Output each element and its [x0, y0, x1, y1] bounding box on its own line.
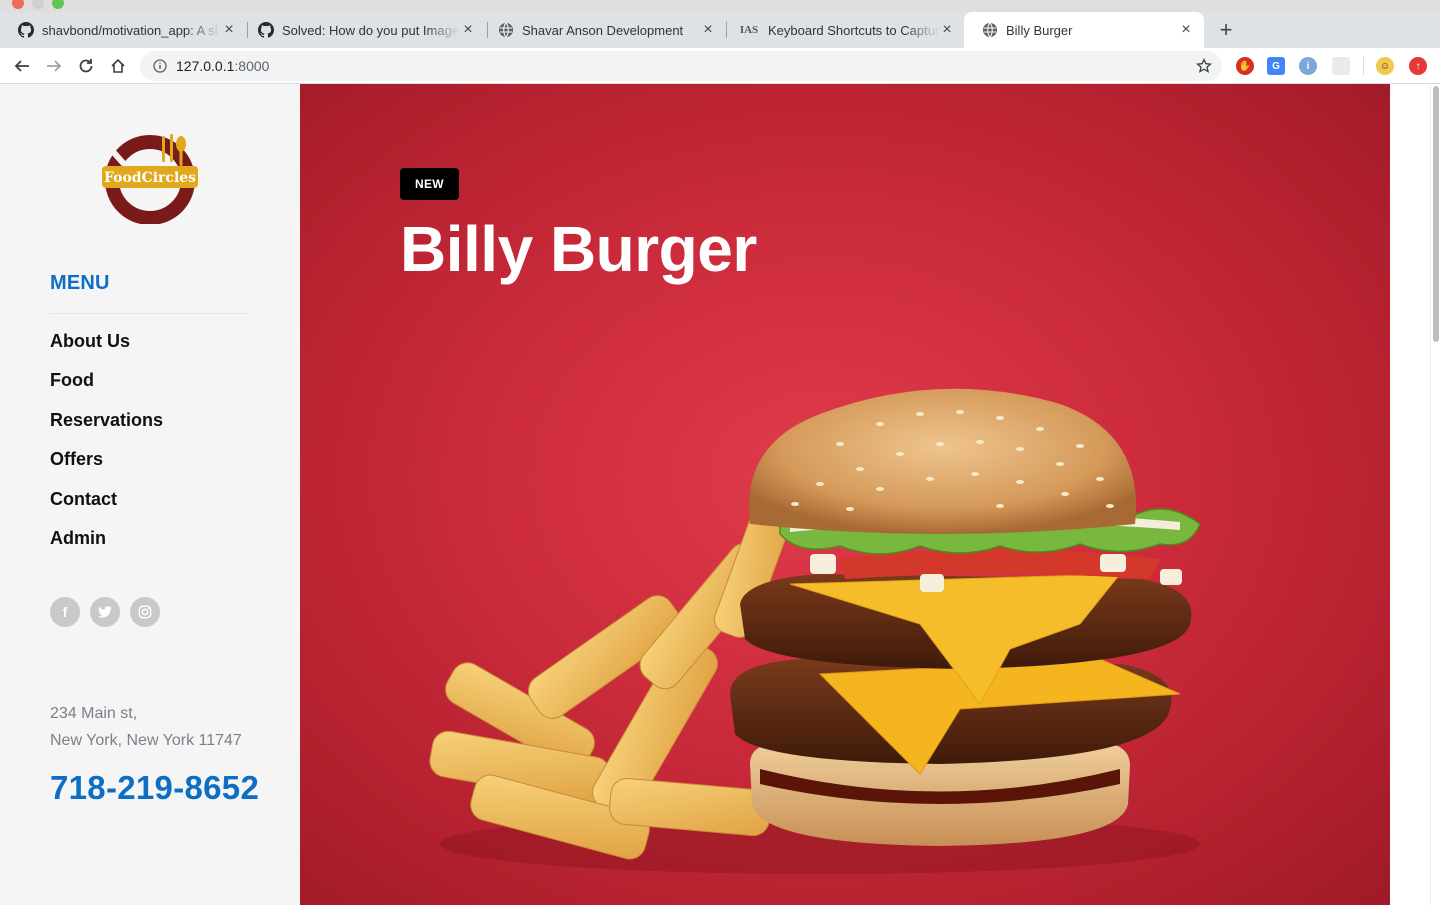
- zoom-window-button[interactable]: [52, 0, 64, 9]
- close-tab-icon[interactable]: ×: [939, 21, 955, 38]
- info-icon[interactable]: [152, 58, 168, 74]
- foodcircles-logo[interactable]: FoodCircles: [100, 132, 200, 225]
- home-button[interactable]: [104, 52, 132, 80]
- close-tab-icon[interactable]: ×: [700, 21, 716, 38]
- tab-motivation-app[interactable]: shavbond/motivation_app: A sl ×: [0, 12, 247, 48]
- reload-icon: [79, 59, 93, 73]
- new-badge: NEW: [400, 168, 459, 200]
- tab-keyboard-shortcuts[interactable]: IAS Keyboard Shortcuts to Capture ×: [720, 12, 965, 48]
- tab-billy-burger[interactable]: Billy Burger ×: [964, 12, 1204, 48]
- globe-icon: [982, 22, 998, 38]
- nav-item-food[interactable]: Food: [50, 370, 163, 409]
- arrow-left-icon: [14, 60, 29, 72]
- hero-section: NEW Billy Burger: [300, 84, 1390, 905]
- update-icon[interactable]: ↑: [1409, 57, 1427, 75]
- tab-title: Shavar Anson Development: [522, 22, 684, 38]
- tab-title: Keyboard Shortcuts to Capture: [768, 22, 939, 38]
- tab-shavar-anson[interactable]: Shavar Anson Development ×: [480, 12, 726, 48]
- new-tab-button[interactable]: +: [1214, 17, 1238, 42]
- nav-item-reservations[interactable]: Reservations: [50, 410, 163, 449]
- instagram-icon[interactable]: [130, 597, 160, 627]
- adblock-extension-icon[interactable]: ✋: [1236, 57, 1254, 75]
- address: 234 Main st, New York, New York 11747: [50, 700, 242, 754]
- ias-icon: IAS: [739, 24, 759, 36]
- hero-title: Billy Burger: [400, 213, 757, 285]
- window-titlebar: [0, 0, 1440, 12]
- social-links: f: [50, 597, 160, 627]
- tab-title: Billy Burger: [1006, 22, 1073, 38]
- facebook-icon[interactable]: f: [50, 597, 80, 627]
- extension-grid-icon[interactable]: [1332, 57, 1350, 75]
- vertical-scrollbar[interactable]: [1430, 84, 1440, 905]
- bookmark-star-icon[interactable]: [1196, 58, 1212, 74]
- nav-item-about-us[interactable]: About Us: [50, 331, 163, 370]
- arrow-right-icon: [47, 60, 62, 72]
- menu-divider: [50, 313, 250, 314]
- address-bar[interactable]: 127.0.0.1:8000: [140, 51, 1222, 81]
- sidebar: FoodCircles MENU About Us Food Reservati…: [0, 84, 300, 905]
- address-line-2: New York, New York 11747: [50, 732, 242, 749]
- phone-number[interactable]: 718-219-8652: [50, 769, 259, 807]
- extension-icon[interactable]: i: [1299, 57, 1317, 75]
- translate-extension-icon[interactable]: G: [1267, 57, 1285, 75]
- github-icon: [258, 22, 274, 38]
- nav-item-contact[interactable]: Contact: [50, 489, 163, 528]
- address-line-1: 234 Main st,: [50, 705, 138, 722]
- scrollbar-thumb[interactable]: [1433, 86, 1439, 342]
- profile-avatar[interactable]: ☺: [1376, 57, 1394, 75]
- tab-title: shavbond/motivation_app: A sl: [42, 22, 218, 38]
- nav-item-admin[interactable]: Admin: [50, 528, 163, 567]
- globe-icon: [498, 22, 514, 38]
- menu-heading: MENU: [50, 272, 110, 294]
- browser-toolbar: 127.0.0.1:8000 ✋ G i ☺ ↑: [0, 48, 1440, 84]
- burger-and-fries-image: [400, 374, 1201, 905]
- nav-menu: About Us Food Reservations Offers Contac…: [50, 331, 163, 567]
- page-viewport: FoodCircles MENU About Us Food Reservati…: [0, 84, 1440, 905]
- github-icon: [18, 22, 34, 38]
- reload-button[interactable]: [72, 52, 100, 80]
- twitter-icon[interactable]: [90, 597, 120, 627]
- tab-strip: shavbond/motivation_app: A sl × Solved: …: [0, 12, 1440, 48]
- close-window-button[interactable]: [12, 0, 24, 9]
- close-tab-icon[interactable]: ×: [1178, 21, 1194, 38]
- tab-solved-image[interactable]: Solved: How do you put Image ×: [240, 12, 486, 48]
- close-tab-icon[interactable]: ×: [460, 21, 476, 38]
- home-icon: [111, 58, 125, 73]
- tab-title: Solved: How do you put Image: [282, 22, 460, 38]
- back-button[interactable]: [8, 52, 36, 80]
- minimize-window-button[interactable]: [32, 0, 44, 9]
- url-text: 127.0.0.1:8000: [176, 58, 270, 74]
- nav-item-offers[interactable]: Offers: [50, 449, 163, 488]
- logo-text: FoodCircles: [104, 170, 196, 186]
- forward-button[interactable]: [40, 52, 68, 80]
- close-tab-icon[interactable]: ×: [221, 21, 237, 38]
